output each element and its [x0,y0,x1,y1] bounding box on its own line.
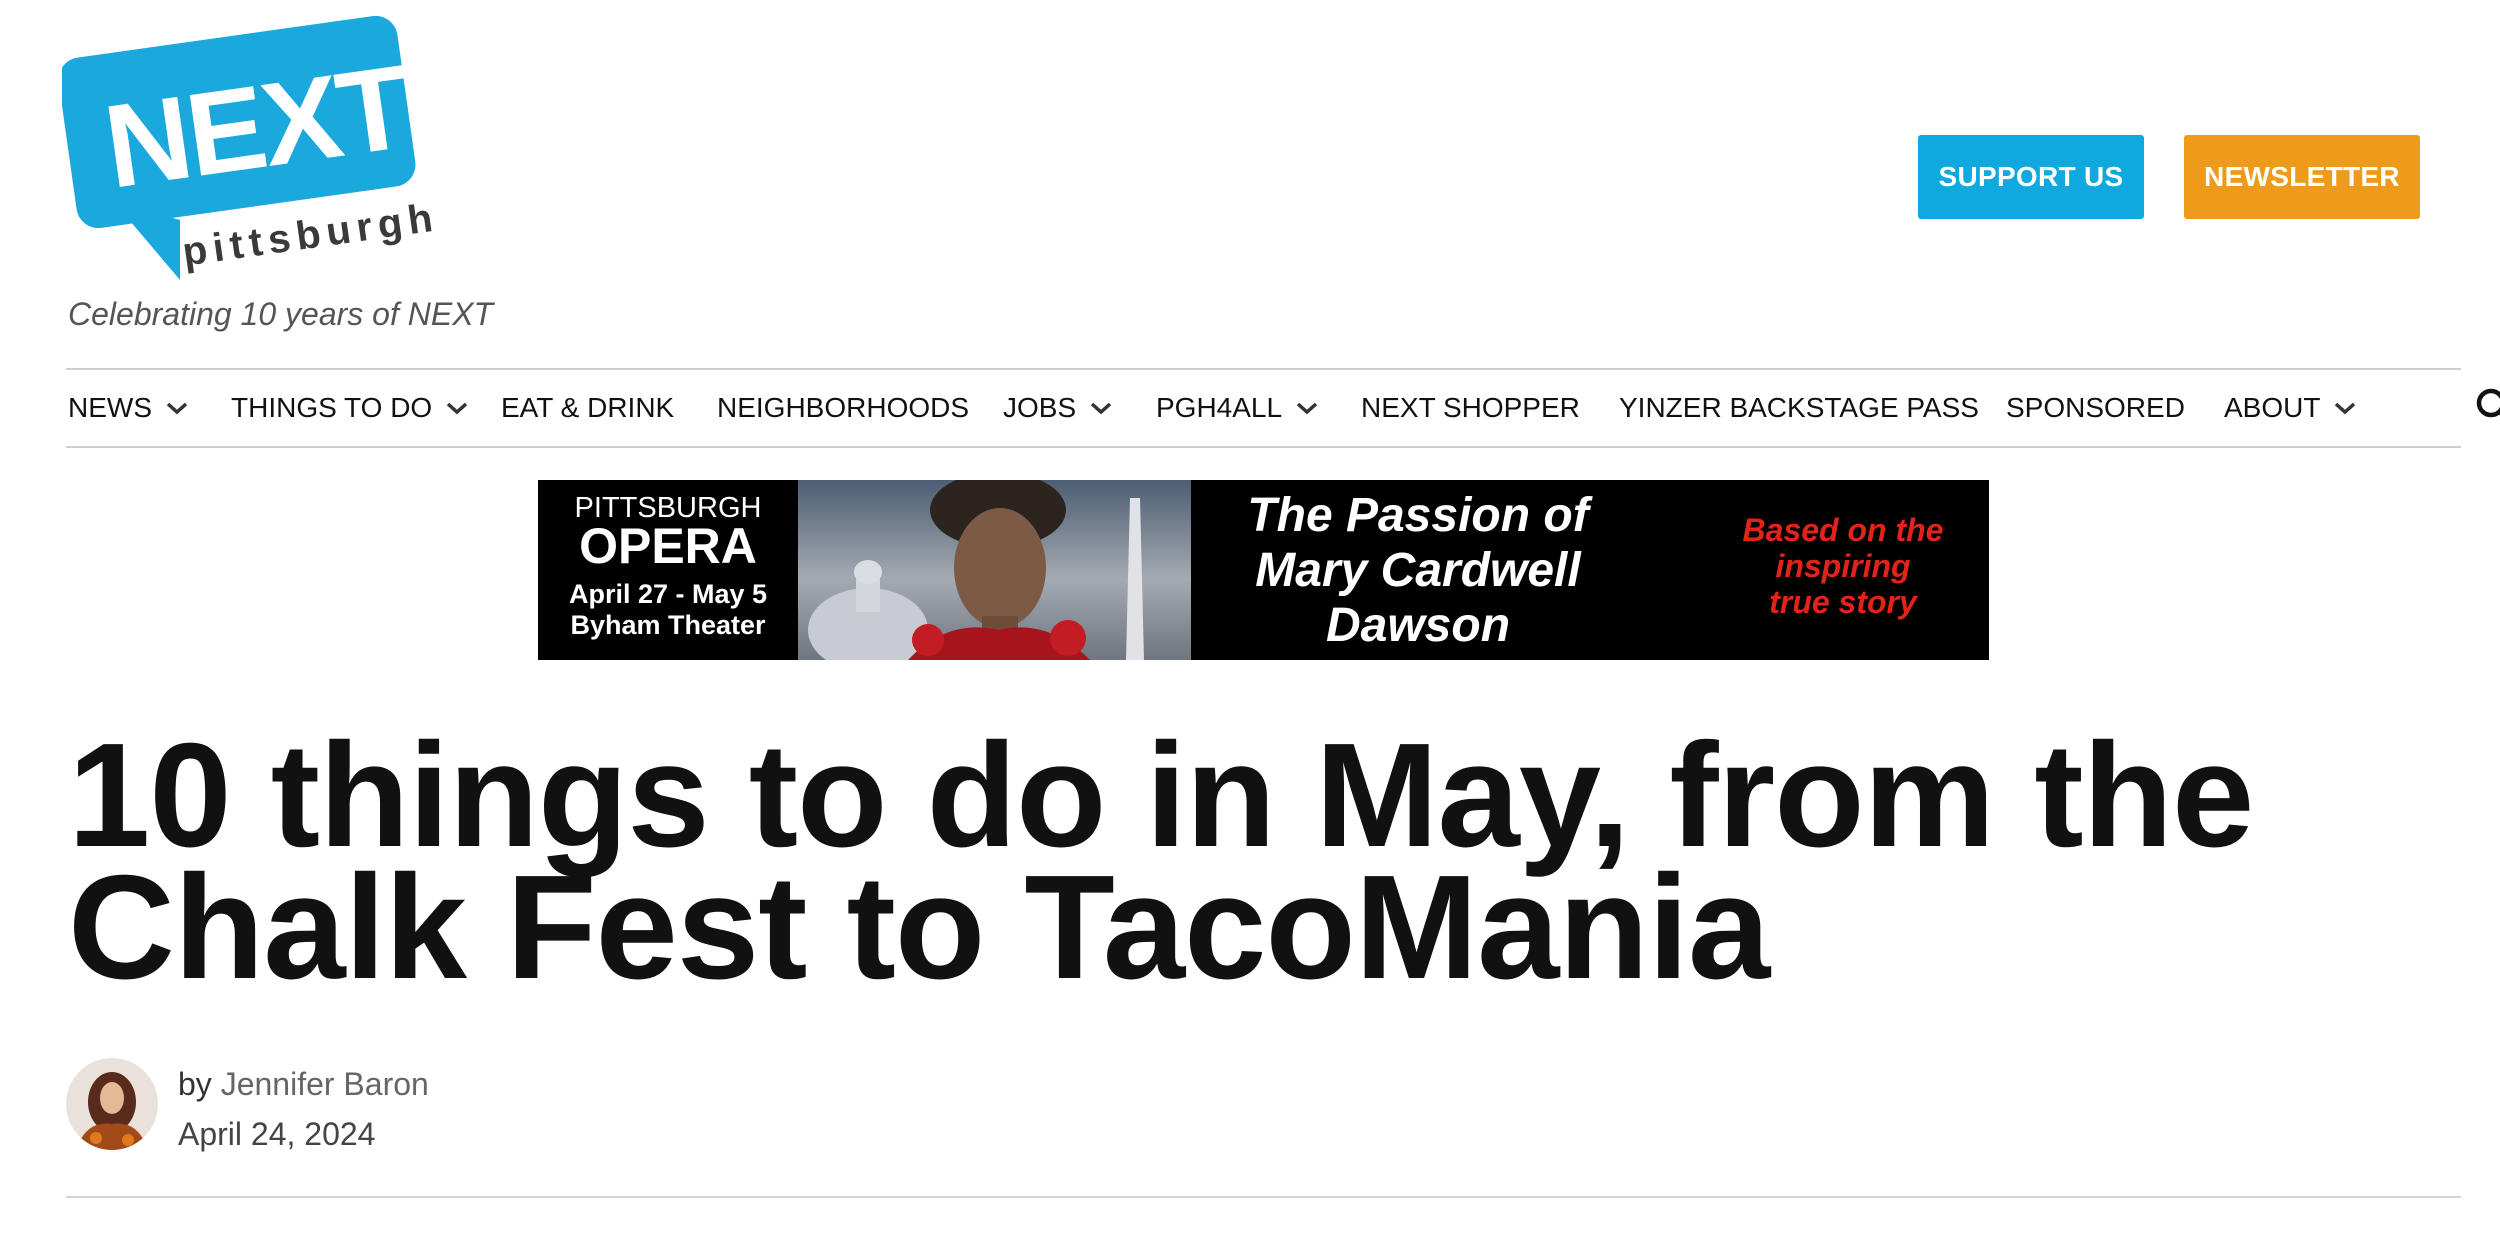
site-tagline: Celebrating 10 years of NEXT [68,296,494,332]
newsletter-button[interactable]: NEWSLETTER [2184,135,2420,219]
ad-portrait-image [798,480,1191,660]
support-us-button[interactable]: SUPPORT US [1918,135,2144,219]
ad-tagline-line: Based on the [1742,512,1944,548]
nav-item-next-shopper[interactable]: NEXT SHOPPER [1361,370,1580,446]
byline-prefix: by [178,1066,212,1102]
ad-brand-main: OPERA [579,518,757,574]
ad-tagline: Based on the inspiring true story [1718,512,1968,620]
article-byline: by Jennifer Baron [178,1066,429,1103]
next-pittsburgh-logo[interactable]: NEXT pittsburgh [62,10,432,285]
headline-line: Chalk Fest to TacoMania [68,845,1770,1010]
main-navigation: NEWS THINGS TO DO EAT & DRINK NEIGHBORHO… [66,368,2500,448]
nav-item-pgh4all[interactable]: PGH4ALL [1156,370,1320,446]
nav-item-label: NEWS [68,392,152,423]
nav-item-eat-drink[interactable]: EAT & DRINK [501,370,674,446]
nav-item-label: PGH4ALL [1156,392,1283,423]
divider [66,1196,2461,1198]
article-headline: 10 things to do in May, from the Chalk F… [68,713,2448,1010]
nav-item-things-to-do[interactable]: THINGS TO DO [231,370,470,446]
nav-item-label: SPONSORED [2006,392,2185,423]
ad-tagline-line: inspiring [1775,548,1911,584]
ad-tagline-line: true story [1769,584,1917,620]
author-avatar[interactable] [66,1058,158,1150]
nav-item-jobs[interactable]: JOBS [1003,370,1114,446]
ad-opera-info: PITTSBURGH OPERA April 27 - May 5 Byham … [538,480,798,660]
pittsburgh-opera-ad-banner[interactable]: PITTSBURGH OPERA April 27 - May 5 Byham … [538,480,1989,660]
page: NEXT pittsburgh Celebrating 10 years of … [0,0,2500,1240]
nav-item-label: JOBS [1003,392,1077,423]
headline-line: 10 things to do in May, from the [68,713,2254,878]
nav-item-label: THINGS TO DO [231,392,433,423]
nav-item-label: NEXT SHOPPER [1361,392,1580,423]
nav-item-sponsored[interactable]: SPONSORED [2006,370,2185,446]
nav-item-about[interactable]: ABOUT [2224,370,2358,446]
chevron-down-icon [1294,399,1320,417]
chevron-down-icon [444,399,470,417]
nav-item-yinzer-backstage-pass[interactable]: YINZER BACKSTAGE PASS [1619,370,1979,446]
nav-item-label: ABOUT [2224,392,2321,423]
chevron-down-icon [2332,399,2358,417]
ad-title: The Passion of Mary Cardwell Dawson [1218,488,1618,653]
chevron-down-icon [1088,399,1114,417]
publish-date: April 24, 2024 [178,1116,376,1152]
nav-item-neighborhoods[interactable]: NEIGHBORHOODS [717,370,969,446]
ad-venue: Byham Theater [570,610,766,640]
chevron-down-icon [164,399,190,417]
nav-item-news[interactable]: NEWS [68,370,190,446]
ad-title-line: Dawson [1325,599,1511,652]
author-name-link[interactable]: Jennifer Baron [221,1066,429,1102]
ad-title-line: The Passion of [1247,489,1589,542]
ad-dates: April 27 - May 5 [568,579,768,609]
nav-item-label: EAT & DRINK [501,392,675,423]
nav-item-label: NEIGHBORHOODS [717,392,970,423]
search-icon[interactable] [2474,386,2500,430]
ad-title-line: Mary Cardwell [1255,544,1581,597]
nav-item-label: YINZER BACKSTAGE PASS [1619,392,1979,423]
